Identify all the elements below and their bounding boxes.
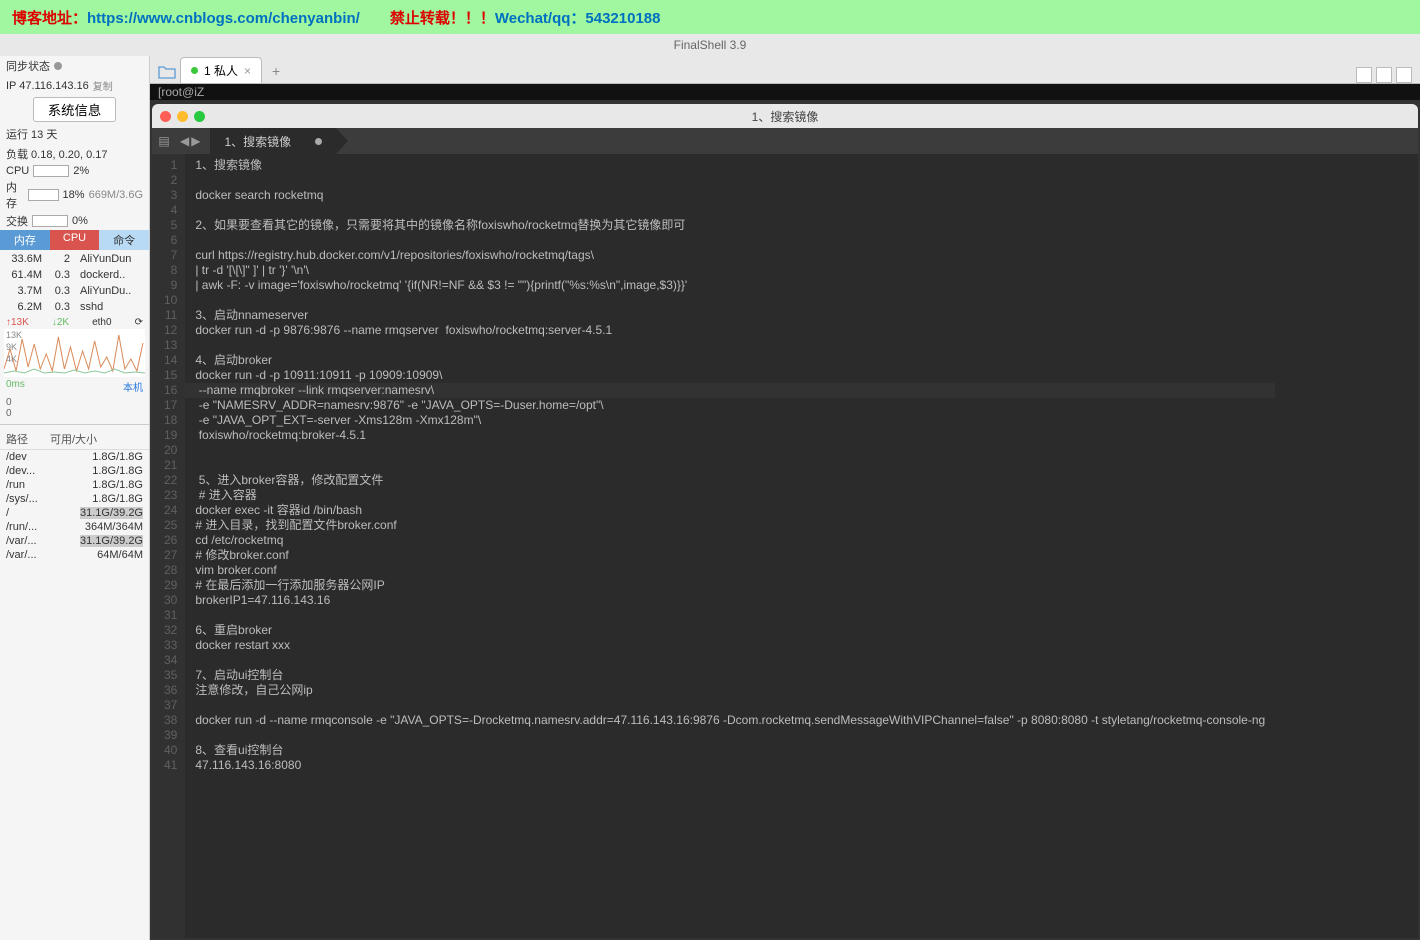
swap-meter: [32, 215, 68, 227]
code-content[interactable]: 1、搜索镜像 docker search rocketmq 2、如果要查看其它的…: [185, 154, 1275, 938]
disk-row[interactable]: /dev1.8G/1.8G: [0, 450, 149, 464]
cpu-row: CPU 2%: [0, 164, 149, 178]
add-tab-button[interactable]: +: [264, 59, 288, 83]
memory-row: 内存 18% 669M/3.6G: [0, 178, 149, 212]
app-titlebar: FinalShell 3.9: [0, 34, 1420, 56]
disk-paths: /dev1.8G/1.8G/dev...1.8G/1.8G/run1.8G/1.…: [0, 450, 149, 562]
sidebar-net-footer: 0ms 本机: [0, 377, 149, 396]
network-sparkline: 13K9K4K: [4, 329, 145, 377]
process-row[interactable]: 61.4M0.3dockerd..: [2, 268, 147, 282]
tab-label: 1 私人: [204, 62, 238, 79]
refresh-icon[interactable]: ⟳: [135, 317, 143, 328]
network-header: ↑13K ↓2K eth0 ⟳: [0, 316, 149, 329]
process-row[interactable]: 6.2M0.3sshd: [2, 300, 147, 314]
line-gutter: 1234567891011121314151617181920212223242…: [152, 154, 185, 938]
modified-dot-icon: [315, 138, 322, 145]
status-dot-icon: [54, 62, 62, 70]
app-title: FinalShell 3.9: [674, 38, 747, 52]
close-tab-icon[interactable]: ×: [244, 64, 251, 78]
nav-back-icon[interactable]: ◀: [180, 134, 189, 148]
disk-row[interactable]: /run1.8G/1.8G: [0, 478, 149, 492]
system-info-button[interactable]: 系统信息: [33, 97, 116, 122]
load-label: 负载 0.18, 0.20, 0.17: [0, 144, 149, 164]
process-table: 33.6M2AliYunDun 61.4M0.3dockerd.. 3.7M0.3A…: [0, 250, 149, 316]
tab-command[interactable]: 命令: [99, 230, 149, 250]
cpu-meter: [33, 165, 69, 177]
process-row[interactable]: 33.6M2AliYunDun: [2, 252, 147, 266]
disk-row[interactable]: /var/...31.1G/39.2G: [0, 534, 149, 548]
window-minimize-icon[interactable]: [177, 111, 188, 122]
process-tabs: 内存 CPU 命令: [0, 230, 149, 250]
copy-ip-link[interactable]: 复制: [93, 78, 113, 93]
connection-tab[interactable]: 1 私人 ×: [180, 57, 262, 83]
window-zoom-icon[interactable]: [194, 111, 205, 122]
editor-titlebar: 1、搜索镜像: [152, 104, 1418, 128]
net-counts: 00: [0, 396, 149, 420]
editor-window-title: 1、搜索镜像: [752, 108, 819, 125]
disk-row[interactable]: /dev...1.8G/1.8G: [0, 464, 149, 478]
swap-row: 交换 0%: [0, 212, 149, 230]
host-link[interactable]: 本机: [123, 379, 143, 394]
uptime-label: 运行 13 天: [0, 124, 149, 144]
sidebar-toggle-icon[interactable]: ▤: [152, 129, 176, 153]
editor-toolbar: ▤ ◀ ▶ 1、搜索镜像: [152, 128, 1418, 154]
disk-row[interactable]: /run/...364M/364M: [0, 520, 149, 534]
watermark-banner: 博客地址：https://www.cnblogs.com/chenyanbin/…: [0, 0, 1420, 34]
code-editor[interactable]: 1234567891011121314151617181920212223242…: [152, 154, 1418, 938]
disk-row[interactable]: /var/...64M/64M: [0, 548, 149, 562]
process-row[interactable]: 3.7M0.3AliYunDu..: [2, 284, 147, 298]
layout-icon-3[interactable]: [1396, 67, 1412, 83]
tab-memory[interactable]: 内存: [0, 230, 50, 250]
tab-cpu[interactable]: CPU: [50, 230, 100, 250]
disk-row[interactable]: /31.1G/39.2G: [0, 506, 149, 520]
connection-tabbar: 1 私人 × +: [150, 56, 1420, 84]
status-dot-icon: [191, 67, 198, 74]
sidebar: 同步状态 IP 47.116.143.16 复制 系统信息 运行 13 天 负载…: [0, 56, 150, 940]
disk-row[interactable]: /sys/...1.8G/1.8G: [0, 492, 149, 506]
terminal-line[interactable]: [root@iZ: [150, 84, 1420, 100]
disk-header: 路径 可用/大小: [0, 429, 149, 450]
folder-icon[interactable]: [156, 61, 178, 83]
sync-status: 同步状态: [0, 56, 149, 76]
layout-icon-2[interactable]: [1376, 67, 1392, 83]
ip-row: IP 47.116.143.16 复制: [0, 76, 149, 95]
mem-meter: [28, 189, 58, 201]
nav-forward-icon[interactable]: ▶: [191, 134, 200, 148]
file-tab[interactable]: 1、搜索镜像: [210, 128, 336, 155]
window-close-icon[interactable]: [160, 111, 171, 122]
layout-icon-1[interactable]: [1356, 67, 1372, 83]
editor-window: 1、搜索镜像 ▤ ◀ ▶ 1、搜索镜像 12345678910111213141…: [152, 104, 1418, 938]
